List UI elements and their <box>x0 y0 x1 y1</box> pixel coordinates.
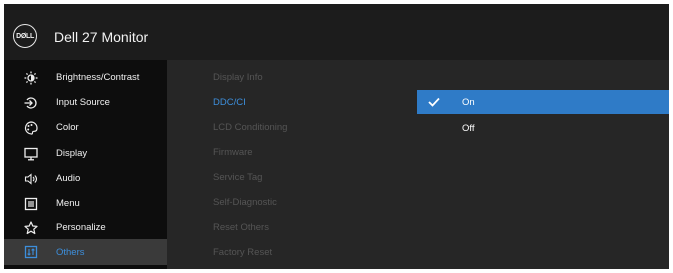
sidebar-item-brightness-contrast[interactable]: Brightness/Contrast <box>4 65 167 90</box>
sidebar-item-label: Color <box>56 122 79 133</box>
sidebar-item-color[interactable]: Color <box>4 115 167 140</box>
speaker-icon <box>24 172 38 186</box>
sidebar-item-menu[interactable]: Menu <box>4 191 167 216</box>
submenu-item-factory-reset[interactable]: Factory Reset <box>213 247 272 258</box>
option-off[interactable]: Off <box>417 116 669 140</box>
sidebar-item-label: Input Source <box>56 97 110 108</box>
monitor-model-title: Dell 27 Monitor <box>54 29 149 45</box>
submenu-item-ddc-ci[interactable]: DDC/CI <box>213 97 246 108</box>
sidebar-item-personalize[interactable]: Personalize <box>4 215 167 240</box>
star-icon <box>24 220 38 235</box>
others-icon <box>24 245 38 259</box>
color-palette-icon <box>24 120 38 135</box>
osd-header: DØLL Dell 27 Monitor <box>4 4 669 60</box>
sidebar-item-label: Brightness/Contrast <box>56 72 140 83</box>
dell-logo: DØLL <box>13 24 37 48</box>
input-source-icon <box>24 96 38 110</box>
others-submenu: Display Info DDC/CI LCD Conditioning Fir… <box>167 60 417 269</box>
submenu-item-service-tag[interactable]: Service Tag <box>213 172 262 183</box>
submenu-item-self-diagnostic[interactable]: Self-Diagnostic <box>213 197 277 208</box>
sidebar-item-input-source[interactable]: Input Source <box>4 90 167 115</box>
ddc-ci-options: On Off <box>417 60 669 269</box>
option-label: On <box>462 96 475 108</box>
submenu-item-lcd-conditioning[interactable]: LCD Conditioning <box>213 122 287 133</box>
sidebar-item-label: Others <box>56 246 85 258</box>
sidebar-item-label: Display <box>56 148 88 159</box>
submenu-item-reset-others[interactable]: Reset Others <box>213 222 269 233</box>
option-on[interactable]: On <box>417 90 669 114</box>
sidebar-item-audio[interactable]: Audio <box>4 166 167 191</box>
sidebar-item-others[interactable]: Others <box>4 239 167 265</box>
submenu-item-firmware[interactable]: Firmware <box>213 147 253 158</box>
sidebar-item-label: Audio <box>56 173 81 184</box>
submenu-item-display-info[interactable]: Display Info <box>213 72 263 83</box>
menu-icon <box>24 197 38 211</box>
option-label: Off <box>462 122 475 134</box>
monitor-osd: DØLL Dell 27 Monitor Brightness/Contrast… <box>4 4 669 269</box>
checkmark-icon <box>427 97 441 107</box>
sidebar-item-display[interactable]: Display <box>4 141 167 166</box>
sidebar-item-label: Personalize <box>56 222 106 233</box>
brightness-icon <box>24 71 38 85</box>
sidebar: Brightness/Contrast Input Source Color D… <box>4 60 167 269</box>
display-icon <box>24 147 38 161</box>
sidebar-item-label: Menu <box>56 198 80 209</box>
